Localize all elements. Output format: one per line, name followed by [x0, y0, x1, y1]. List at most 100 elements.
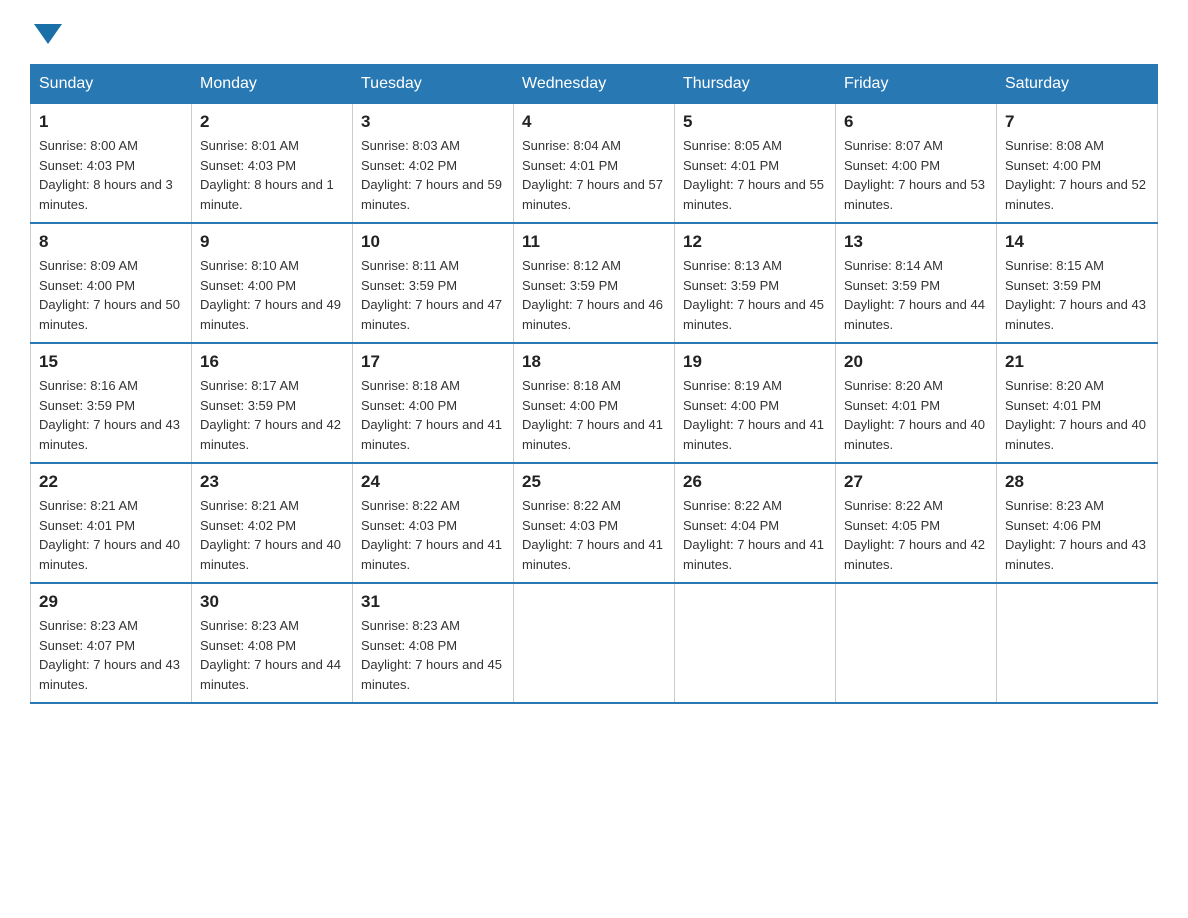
day-info: Sunrise: 8:20 AM Sunset: 4:01 PM Dayligh…	[844, 376, 988, 454]
day-info: Sunrise: 8:13 AM Sunset: 3:59 PM Dayligh…	[683, 256, 827, 334]
day-info: Sunrise: 8:23 AM Sunset: 4:06 PM Dayligh…	[1005, 496, 1149, 574]
day-info: Sunrise: 8:23 AM Sunset: 4:07 PM Dayligh…	[39, 616, 183, 694]
day-cell: 22 Sunrise: 8:21 AM Sunset: 4:01 PM Dayl…	[31, 463, 192, 583]
day-cell: 12 Sunrise: 8:13 AM Sunset: 3:59 PM Dayl…	[675, 223, 836, 343]
day-info: Sunrise: 8:22 AM Sunset: 4:03 PM Dayligh…	[361, 496, 505, 574]
weekday-header-thursday: Thursday	[675, 65, 836, 104]
day-cell: 29 Sunrise: 8:23 AM Sunset: 4:07 PM Dayl…	[31, 583, 192, 703]
day-info: Sunrise: 8:03 AM Sunset: 4:02 PM Dayligh…	[361, 136, 505, 214]
day-info: Sunrise: 8:12 AM Sunset: 3:59 PM Dayligh…	[522, 256, 666, 334]
day-number: 26	[683, 472, 827, 492]
day-cell	[997, 583, 1158, 703]
day-number: 1	[39, 112, 183, 132]
weekday-header-sunday: Sunday	[31, 65, 192, 104]
day-cell: 27 Sunrise: 8:22 AM Sunset: 4:05 PM Dayl…	[836, 463, 997, 583]
logo	[30, 20, 66, 44]
day-info: Sunrise: 8:00 AM Sunset: 4:03 PM Dayligh…	[39, 136, 183, 214]
day-number: 11	[522, 232, 666, 252]
day-cell: 24 Sunrise: 8:22 AM Sunset: 4:03 PM Dayl…	[353, 463, 514, 583]
week-row-1: 1 Sunrise: 8:00 AM Sunset: 4:03 PM Dayli…	[31, 104, 1158, 224]
day-number: 30	[200, 592, 344, 612]
day-cell: 7 Sunrise: 8:08 AM Sunset: 4:00 PM Dayli…	[997, 104, 1158, 224]
calendar-table: SundayMondayTuesdayWednesdayThursdayFrid…	[30, 64, 1158, 704]
day-number: 5	[683, 112, 827, 132]
day-number: 31	[361, 592, 505, 612]
day-number: 3	[361, 112, 505, 132]
day-info: Sunrise: 8:20 AM Sunset: 4:01 PM Dayligh…	[1005, 376, 1149, 454]
day-cell: 16 Sunrise: 8:17 AM Sunset: 3:59 PM Dayl…	[192, 343, 353, 463]
day-info: Sunrise: 8:18 AM Sunset: 4:00 PM Dayligh…	[361, 376, 505, 454]
day-number: 25	[522, 472, 666, 492]
day-number: 19	[683, 352, 827, 372]
day-number: 6	[844, 112, 988, 132]
day-cell: 19 Sunrise: 8:19 AM Sunset: 4:00 PM Dayl…	[675, 343, 836, 463]
day-cell: 1 Sunrise: 8:00 AM Sunset: 4:03 PM Dayli…	[31, 104, 192, 224]
day-cell: 15 Sunrise: 8:16 AM Sunset: 3:59 PM Dayl…	[31, 343, 192, 463]
day-cell	[675, 583, 836, 703]
day-info: Sunrise: 8:11 AM Sunset: 3:59 PM Dayligh…	[361, 256, 505, 334]
day-info: Sunrise: 8:22 AM Sunset: 4:05 PM Dayligh…	[844, 496, 988, 574]
day-cell: 30 Sunrise: 8:23 AM Sunset: 4:08 PM Dayl…	[192, 583, 353, 703]
day-number: 17	[361, 352, 505, 372]
day-info: Sunrise: 8:14 AM Sunset: 3:59 PM Dayligh…	[844, 256, 988, 334]
day-number: 7	[1005, 112, 1149, 132]
day-info: Sunrise: 8:21 AM Sunset: 4:02 PM Dayligh…	[200, 496, 344, 574]
day-cell: 6 Sunrise: 8:07 AM Sunset: 4:00 PM Dayli…	[836, 104, 997, 224]
day-number: 18	[522, 352, 666, 372]
day-cell: 2 Sunrise: 8:01 AM Sunset: 4:03 PM Dayli…	[192, 104, 353, 224]
day-cell: 18 Sunrise: 8:18 AM Sunset: 4:00 PM Dayl…	[514, 343, 675, 463]
day-cell: 10 Sunrise: 8:11 AM Sunset: 3:59 PM Dayl…	[353, 223, 514, 343]
day-info: Sunrise: 8:21 AM Sunset: 4:01 PM Dayligh…	[39, 496, 183, 574]
day-cell	[514, 583, 675, 703]
day-number: 23	[200, 472, 344, 492]
day-number: 10	[361, 232, 505, 252]
day-number: 20	[844, 352, 988, 372]
day-info: Sunrise: 8:18 AM Sunset: 4:00 PM Dayligh…	[522, 376, 666, 454]
logo-triangle-icon	[34, 24, 62, 44]
weekday-header-monday: Monday	[192, 65, 353, 104]
weekday-header-wednesday: Wednesday	[514, 65, 675, 104]
day-number: 16	[200, 352, 344, 372]
weekday-header-friday: Friday	[836, 65, 997, 104]
day-info: Sunrise: 8:04 AM Sunset: 4:01 PM Dayligh…	[522, 136, 666, 214]
weekday-header-row: SundayMondayTuesdayWednesdayThursdayFrid…	[31, 65, 1158, 104]
day-number: 8	[39, 232, 183, 252]
day-info: Sunrise: 8:16 AM Sunset: 3:59 PM Dayligh…	[39, 376, 183, 454]
day-number: 15	[39, 352, 183, 372]
day-cell: 3 Sunrise: 8:03 AM Sunset: 4:02 PM Dayli…	[353, 104, 514, 224]
day-number: 4	[522, 112, 666, 132]
day-info: Sunrise: 8:19 AM Sunset: 4:00 PM Dayligh…	[683, 376, 827, 454]
day-number: 27	[844, 472, 988, 492]
week-row-3: 15 Sunrise: 8:16 AM Sunset: 3:59 PM Dayl…	[31, 343, 1158, 463]
day-number: 28	[1005, 472, 1149, 492]
day-info: Sunrise: 8:22 AM Sunset: 4:04 PM Dayligh…	[683, 496, 827, 574]
day-cell: 5 Sunrise: 8:05 AM Sunset: 4:01 PM Dayli…	[675, 104, 836, 224]
day-cell: 17 Sunrise: 8:18 AM Sunset: 4:00 PM Dayl…	[353, 343, 514, 463]
day-number: 2	[200, 112, 344, 132]
weekday-header-saturday: Saturday	[997, 65, 1158, 104]
week-row-4: 22 Sunrise: 8:21 AM Sunset: 4:01 PM Dayl…	[31, 463, 1158, 583]
day-number: 21	[1005, 352, 1149, 372]
week-row-5: 29 Sunrise: 8:23 AM Sunset: 4:07 PM Dayl…	[31, 583, 1158, 703]
day-info: Sunrise: 8:01 AM Sunset: 4:03 PM Dayligh…	[200, 136, 344, 214]
day-info: Sunrise: 8:10 AM Sunset: 4:00 PM Dayligh…	[200, 256, 344, 334]
day-info: Sunrise: 8:17 AM Sunset: 3:59 PM Dayligh…	[200, 376, 344, 454]
day-cell: 11 Sunrise: 8:12 AM Sunset: 3:59 PM Dayl…	[514, 223, 675, 343]
day-info: Sunrise: 8:23 AM Sunset: 4:08 PM Dayligh…	[200, 616, 344, 694]
day-cell: 23 Sunrise: 8:21 AM Sunset: 4:02 PM Dayl…	[192, 463, 353, 583]
day-number: 24	[361, 472, 505, 492]
day-cell: 31 Sunrise: 8:23 AM Sunset: 4:08 PM Dayl…	[353, 583, 514, 703]
day-cell: 4 Sunrise: 8:04 AM Sunset: 4:01 PM Dayli…	[514, 104, 675, 224]
day-number: 22	[39, 472, 183, 492]
day-info: Sunrise: 8:22 AM Sunset: 4:03 PM Dayligh…	[522, 496, 666, 574]
weekday-header-tuesday: Tuesday	[353, 65, 514, 104]
day-number: 9	[200, 232, 344, 252]
day-number: 29	[39, 592, 183, 612]
day-info: Sunrise: 8:05 AM Sunset: 4:01 PM Dayligh…	[683, 136, 827, 214]
day-info: Sunrise: 8:15 AM Sunset: 3:59 PM Dayligh…	[1005, 256, 1149, 334]
week-row-2: 8 Sunrise: 8:09 AM Sunset: 4:00 PM Dayli…	[31, 223, 1158, 343]
day-cell: 8 Sunrise: 8:09 AM Sunset: 4:00 PM Dayli…	[31, 223, 192, 343]
day-cell: 25 Sunrise: 8:22 AM Sunset: 4:03 PM Dayl…	[514, 463, 675, 583]
day-info: Sunrise: 8:08 AM Sunset: 4:00 PM Dayligh…	[1005, 136, 1149, 214]
day-cell: 20 Sunrise: 8:20 AM Sunset: 4:01 PM Dayl…	[836, 343, 997, 463]
